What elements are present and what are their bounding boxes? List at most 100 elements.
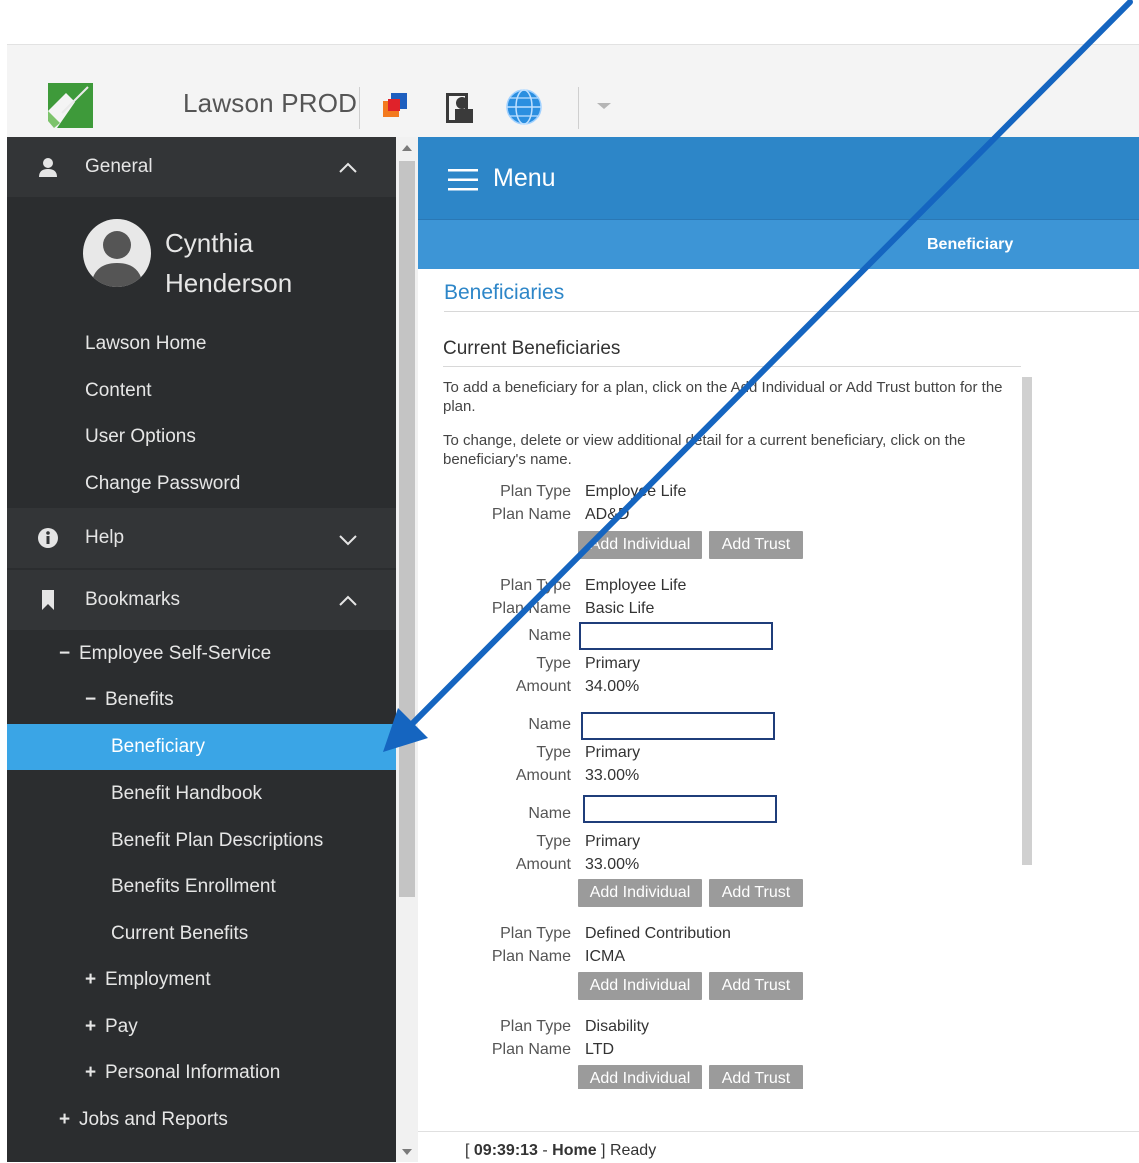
add-individual-button[interactable]: Add Individual (578, 1065, 702, 1089)
tree-item-label: Beneficiary (111, 736, 205, 757)
info-icon (38, 528, 58, 548)
beneficiary-name-field[interactable] (579, 622, 773, 650)
lawson-logo-icon (48, 83, 93, 128)
chevron-up-icon[interactable] (337, 157, 359, 179)
tree-item-beneficiary[interactable]: Beneficiary (7, 724, 396, 770)
status-context: Home (552, 1142, 597, 1159)
add-individual-button[interactable]: Add Individual (578, 531, 702, 559)
toolbar-separator (359, 87, 360, 129)
beneficiary-amount-value: 33.00% (585, 767, 640, 784)
scroll-down-icon[interactable] (402, 1149, 412, 1155)
chevron-up-icon[interactable] (337, 590, 359, 612)
sidebar-section-general[interactable]: General (7, 137, 396, 197)
status-time: 09:39:13 (473, 1142, 538, 1159)
sidebar-section-bookmarks[interactable]: Bookmarks (7, 570, 396, 630)
expand-icon[interactable]: + (85, 1062, 105, 1084)
plan-type-value: Employee Life (585, 577, 687, 594)
sidebar-item-lawson-home[interactable]: Lawson Home (7, 321, 396, 367)
tree-item-personal-information[interactable]: + Personal Information (7, 1050, 396, 1096)
sidebar-scrollbar-thumb[interactable] (399, 161, 415, 897)
beneficiary-name-field[interactable] (583, 795, 777, 823)
expand-icon[interactable]: + (59, 1109, 79, 1131)
menu-button[interactable]: Menu (493, 164, 556, 193)
instruction-change: To change, delete or view additional det… (443, 432, 966, 468)
tree-item-label: Benefit Handbook (111, 783, 263, 804)
beneficiary-amount-value: 33.00% (585, 856, 640, 873)
page-title: Beneficiaries (444, 281, 565, 304)
section-label-bookmarks: Bookmarks (85, 589, 181, 610)
plan-type-value: Defined Contribution (585, 925, 731, 942)
label-plan-type: Plan Type (500, 925, 571, 942)
app-titlebar: Lawson PROD (7, 44, 1139, 138)
sidebar-scrollbar[interactable] (396, 137, 418, 1162)
sidebar: General Cynthia Henderson Lawson Home Co… (7, 137, 396, 1162)
breadcrumb-title: Beneficiary (927, 236, 1014, 253)
tree-item-pay[interactable]: + Pay (7, 1004, 396, 1050)
expand-icon[interactable]: + (85, 1016, 105, 1038)
label-plan-name: Plan Name (491, 506, 571, 523)
add-individual-button[interactable]: Add Individual (578, 879, 702, 907)
tree-item-benefit-handbook[interactable]: Benefit Handbook (7, 771, 396, 817)
chevron-down-icon[interactable] (337, 528, 359, 550)
add-trust-button[interactable]: Add Trust (709, 1065, 803, 1089)
menu-bar: Menu (418, 137, 1139, 219)
sidebar-item-label: Lawson Home (85, 333, 207, 354)
beneficiary-type-value: Primary (585, 744, 641, 761)
hamburger-menu-icon[interactable] (448, 169, 478, 191)
tree-item-benefits-enrollment[interactable]: Benefits Enrollment (7, 864, 396, 910)
add-trust-button[interactable]: Add Trust (709, 531, 803, 559)
add-individual-button[interactable]: Add Individual (578, 972, 702, 1000)
bookmark-icon (42, 590, 54, 610)
tree-item-benefits[interactable]: − Benefits (7, 677, 396, 723)
tree-item-jobs-and-reports[interactable]: + Jobs and Reports (7, 1097, 396, 1143)
content-scrollbar[interactable] (1022, 377, 1032, 865)
scroll-up-icon[interactable] (402, 145, 412, 151)
plan-name-value: AD&D (585, 506, 630, 523)
divider (444, 311, 1139, 312)
expand-icon[interactable]: + (85, 969, 105, 991)
user-name: Cynthia Henderson (165, 223, 292, 303)
section-label-general: General (85, 156, 153, 177)
sidebar-item-content[interactable]: Content (7, 368, 396, 414)
label-plan-type: Plan Type (500, 483, 571, 500)
tree-item-label: Jobs and Reports (79, 1109, 228, 1130)
sidebar-item-label: User Options (85, 426, 196, 447)
beneficiary-name-field[interactable] (581, 712, 775, 740)
user-last-name: Henderson (165, 268, 293, 298)
section-title: Current Beneficiaries (443, 338, 621, 359)
beneficiary-type-value: Primary (585, 655, 641, 672)
globe-icon[interactable] (504, 85, 544, 129)
label-plan-type: Plan Type (500, 577, 571, 594)
label-plan-name: Plan Name (491, 1041, 571, 1058)
sidebar-item-label: Content (85, 380, 152, 401)
status-state: Ready (609, 1142, 657, 1159)
status-text: [ 09:39:13 - Home ] Ready (465, 1142, 657, 1159)
toolbar-dropdown-caret-icon[interactable] (597, 103, 611, 109)
label-amount: Amount (515, 678, 571, 695)
sidebar-section-help[interactable]: Help (7, 508, 396, 568)
colorful-tiles-icon[interactable] (379, 85, 419, 129)
label-type: Type (536, 833, 571, 850)
label-name: Name (528, 805, 571, 822)
screen-top-margin (0, 0, 1139, 44)
tree-item-label: Personal Information (105, 1062, 281, 1083)
reader-icon[interactable] (440, 85, 480, 129)
collapse-icon[interactable]: − (85, 689, 105, 711)
collapse-icon[interactable]: − (59, 643, 79, 665)
sidebar-item-change-password[interactable]: Change Password (7, 461, 396, 507)
section-label-help: Help (85, 527, 125, 548)
status-bar: [ 09:39:13 - Home ] Ready (418, 1131, 1139, 1163)
label-plan-name: Plan Name (491, 600, 571, 617)
add-trust-button[interactable]: Add Trust (709, 972, 803, 1000)
app-title: Lawson PROD (183, 88, 358, 118)
sidebar-item-user-options[interactable]: User Options (7, 414, 396, 460)
plan-name-value: ICMA (585, 948, 625, 965)
avatar (83, 219, 151, 287)
label-type: Type (536, 744, 571, 761)
tree-item-employment[interactable]: + Employment (7, 957, 396, 1003)
add-trust-button[interactable]: Add Trust (709, 879, 803, 907)
tree-item-benefit-plan-descriptions[interactable]: Benefit Plan Descriptions (7, 818, 396, 864)
tree-item-employee-self-service[interactable]: − Employee Self-Service (7, 631, 396, 677)
tree-item-current-benefits[interactable]: Current Benefits (7, 911, 396, 957)
label-amount: Amount (515, 767, 571, 784)
